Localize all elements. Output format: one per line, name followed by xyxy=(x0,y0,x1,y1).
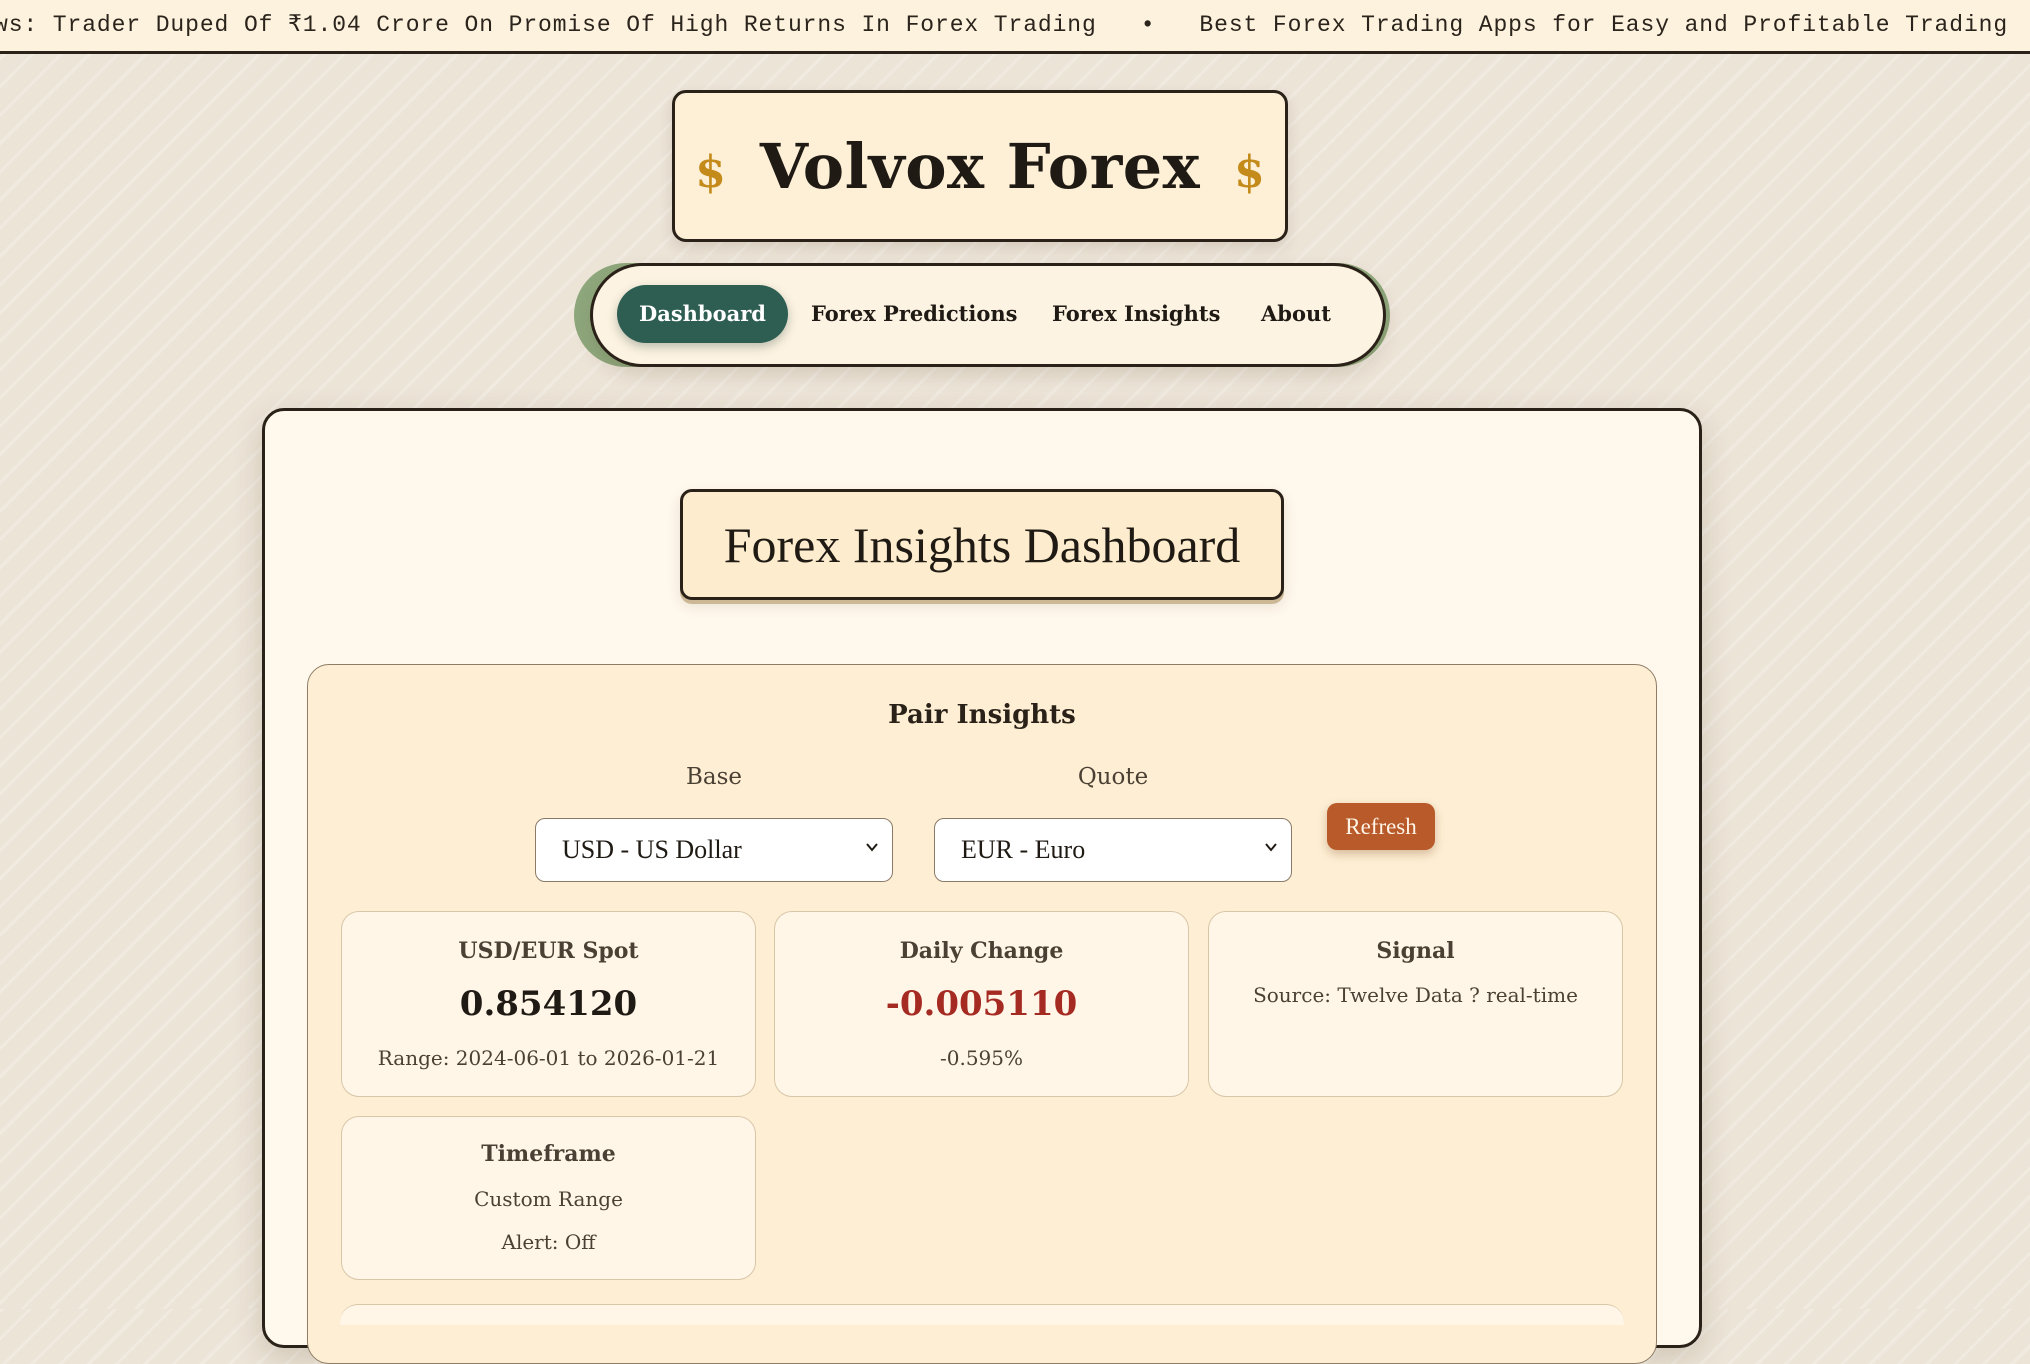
nav-about[interactable]: About xyxy=(1261,285,1331,343)
timeframe-card: Timeframe Custom Range Alert: Off xyxy=(341,1116,756,1280)
daily-change-label: Daily Change xyxy=(899,938,1064,964)
page-title: Forex Insights Dashboard xyxy=(680,489,1284,600)
signal-card: Signal Source: Twelve Data ? real-time xyxy=(1208,911,1623,1097)
spot-value: 0.854120 xyxy=(459,984,638,1024)
panel-title: Pair Insights xyxy=(888,700,1076,730)
signal-label: Signal xyxy=(1376,938,1455,964)
base-currency-select[interactable]: USD - US Dollar xyxy=(535,818,893,882)
quote-currency-select[interactable]: EUR - Euro xyxy=(934,818,1292,882)
spot-card: USD/EUR Spot 0.854120 Range: 2024-06-01 … xyxy=(341,911,756,1097)
next-card-edge xyxy=(340,1304,1624,1325)
daily-change-percent: -0.595% xyxy=(939,1046,1024,1070)
daily-change-value: -0.005110 xyxy=(885,984,1078,1024)
ticker-item[interactable]: Best Forex Trading Apps for Easy and Pro… xyxy=(1199,12,2008,38)
brand-title: Volvox Forex xyxy=(759,129,1201,203)
nav-dashboard[interactable]: Dashboard xyxy=(617,285,788,343)
timeframe-value: Custom Range xyxy=(474,1187,623,1211)
alert-status: Alert: Off xyxy=(501,1230,596,1254)
chevron-down-icon xyxy=(866,843,878,852)
ticker-track: ws: Trader Duped Of ₹1.04 Crore On Promi… xyxy=(0,11,2030,38)
brand-header: $ Volvox Forex $ xyxy=(672,90,1288,242)
ticker-separator: • xyxy=(1140,12,1156,38)
ticker-item[interactable]: ws: Trader Duped Of ₹1.04 Crore On Promi… xyxy=(0,12,1097,38)
quote-label: Quote xyxy=(1077,764,1149,790)
chevron-down-icon xyxy=(1265,843,1277,852)
nav-forex-insights[interactable]: Forex Insights xyxy=(1052,285,1220,343)
timeframe-label: Timeframe xyxy=(481,1141,616,1167)
news-ticker: ws: Trader Duped Of ₹1.04 Crore On Promi… xyxy=(0,0,2030,54)
refresh-button[interactable]: Refresh xyxy=(1327,803,1435,850)
dollar-icon: $ xyxy=(695,146,726,198)
signal-source: Source: Twelve Data ? real-time xyxy=(1253,983,1578,1007)
spot-label: USD/EUR Spot xyxy=(458,938,639,964)
base-label: Base xyxy=(685,764,743,790)
daily-change-card: Daily Change -0.005110 -0.595% xyxy=(774,911,1189,1097)
spot-range: Range: 2024-06-01 to 2026-01-21 xyxy=(377,1046,720,1070)
quote-currency-value: EUR - Euro xyxy=(961,835,1086,864)
nav-forex-predictions[interactable]: Forex Predictions xyxy=(811,285,1017,343)
base-currency-value: USD - US Dollar xyxy=(562,835,742,864)
dollar-icon: $ xyxy=(1234,146,1265,198)
